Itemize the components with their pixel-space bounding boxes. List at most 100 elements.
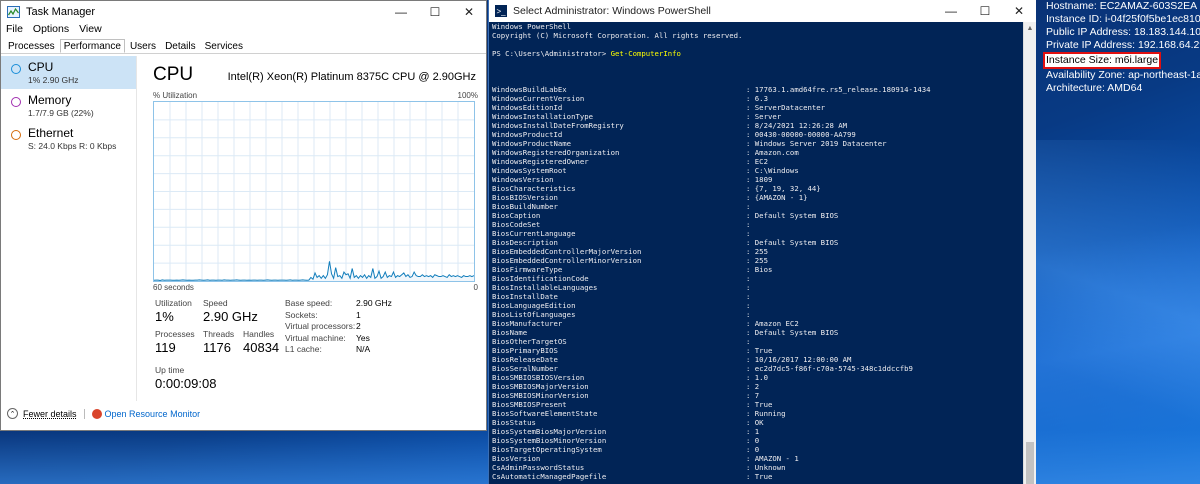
info-row: CsAdminPasswordStatus: Unknown [492, 463, 1022, 472]
close-button[interactable]: ✕ [1002, 0, 1036, 22]
info-key: BiosBIOSVersion [492, 193, 558, 202]
desktop-instance-info: Hostname: EC2AMAZ-603S2EA Instance ID: i… [1043, 0, 1200, 95]
speed-label: Speed [203, 298, 228, 308]
info-key: WindowsInstallDateFromRegistry [492, 121, 624, 130]
fewer-details-link[interactable]: Fewer details [23, 409, 77, 419]
info-row: BiosSeralNumber: ec2d7dc5-f86f-c70a-5745… [492, 364, 1022, 373]
scroll-up-icon[interactable]: ▲ [1024, 22, 1036, 35]
info-key: BiosIdentificationCode [492, 274, 589, 283]
sidebar-item-label: Memory [28, 93, 72, 107]
console-scrollbar[interactable]: ▲ [1023, 22, 1036, 484]
info-value: : True [746, 346, 773, 355]
resource-monitor-icon [91, 408, 102, 419]
info-row: WindowsRegisteredOrganization: Amazon.co… [492, 148, 1022, 157]
info-value: : [746, 283, 751, 292]
sidebar-item-memory[interactable]: Memory 1.7/7.9 GB (22%) [1, 89, 136, 122]
window-title: Select Administrator: Windows PowerShell [513, 5, 711, 17]
utilization-value: 1% [155, 309, 174, 324]
graph-axis-label: % Utilization [153, 91, 198, 100]
info-row: BiosSystemBiosMajorVersion: 1 [492, 427, 1022, 436]
info-value: : Server [746, 112, 782, 121]
info-row: BiosSystemBiosMinorVersion: 0 [492, 436, 1022, 445]
info-value: : 6.3 [746, 94, 768, 103]
chevron-up-icon[interactable]: ⌃ [7, 408, 18, 419]
uptime-label: Up time [155, 365, 185, 375]
info-key: BiosBuildNumber [492, 202, 558, 211]
info-value: : C:\Windows [746, 166, 799, 175]
info-row: BiosListOfLanguages: [492, 310, 1022, 319]
console-output[interactable]: Windows PowerShell Copyright (C) Microso… [492, 22, 1022, 484]
info-key: WindowsVersion [492, 175, 554, 184]
info-key: BiosLanguageEdition [492, 301, 576, 310]
info-row: BiosEmbeddedControllerMajorVersion: 255 [492, 247, 1022, 256]
info-key: BiosCurrentLanguage [492, 229, 576, 238]
menu-file[interactable]: File [6, 23, 23, 39]
info-key: BiosCaption [492, 211, 541, 220]
info-row: WindowsProductName: Windows Server 2019 … [492, 139, 1022, 148]
info-row: CsAutomaticManagedPagefile: True [492, 472, 1022, 481]
menu-bar: File Options View [1, 23, 486, 39]
menu-view[interactable]: View [79, 23, 102, 39]
instance-size-highlight: Instance Size: m6i.large [1043, 52, 1162, 69]
handles-label: Handles [243, 329, 275, 339]
info-row: BiosCaption : Default System BIOS [492, 211, 1022, 220]
info-key: WindowsBuildLabEx [492, 85, 567, 94]
info-value: : 1.0 [746, 373, 768, 382]
open-resource-monitor-link[interactable]: Open Resource Monitor [105, 409, 201, 419]
cpu-utilization-graph [153, 101, 475, 282]
cpu-model: Intel(R) Xeon(R) Platinum 8375C CPU @ 2.… [227, 71, 476, 83]
uptime-value: 0:00:09:08 [155, 376, 217, 391]
maximize-button[interactable]: ☐ [968, 0, 1002, 22]
sidebar-item-subtext: 1% 2.90 GHz [28, 75, 79, 85]
menu-options[interactable]: Options [33, 23, 69, 39]
info-key: WindowsSystemRoot [492, 166, 567, 175]
scrollbar-thumb[interactable] [1026, 442, 1034, 484]
info-value: : 7 [746, 391, 760, 400]
prop-key: L1 cache: [285, 344, 322, 354]
info-value: : Default System BIOS [746, 211, 839, 220]
tab-details[interactable]: Details [161, 39, 200, 53]
minimize-button[interactable]: — [384, 1, 418, 23]
threads-label: Threads [203, 329, 235, 339]
info-row: WindowsBuildLabEx : 17763.1.amd64fre.rs5_… [492, 85, 1022, 94]
info-key: BiosSMBIOSBIOSVersion [492, 373, 585, 382]
info-row: BiosInstallableLanguages: [492, 283, 1022, 292]
info-row: BiosPrimaryBIOS: True [492, 346, 1022, 355]
info-row: BiosBuildNumber: [492, 202, 1022, 211]
sidebar-item-cpu[interactable]: CPU 1% 2.90 GHz [1, 56, 136, 89]
info-key: BiosStatus [492, 418, 536, 427]
tab-services[interactable]: Services [201, 39, 247, 53]
info-row: BiosBIOSVersion : {AMAZON - 1} [492, 193, 1022, 202]
info-key: BiosVersion [492, 454, 541, 463]
info-value: : ec2d7dc5-f86f-c70a-5745-348c1ddccfb9 [746, 364, 913, 373]
info-value: : Running [746, 409, 786, 418]
tab-processes[interactable]: Processes [4, 39, 59, 53]
instance-id-text: Instance ID: i-04f25f0f5be1ec810 [1046, 13, 1200, 25]
close-button[interactable]: ✕ [452, 1, 486, 23]
powershell-titlebar[interactable]: >_ Select Administrator: Windows PowerSh… [489, 0, 1036, 22]
info-value: : 10/16/2017 12:00:00 AM [746, 355, 852, 364]
info-row: WindowsInstallationType: Server [492, 112, 1022, 121]
sidebar-item-ethernet[interactable]: Ethernet S: 24.0 Kbps R: 0 Kbps [1, 122, 136, 155]
info-key: BiosCharacteristics [492, 184, 576, 193]
info-value: : [746, 337, 751, 346]
info-value: : 17763.1.amd64fre.rs5_release.180914-14… [746, 85, 931, 94]
info-value: : {AMAZON - 1} [746, 193, 808, 202]
task-manager-titlebar[interactable]: Task Manager — ☐ ✕ [1, 1, 486, 23]
tab-performance[interactable]: Performance [59, 39, 125, 53]
info-value: : 2 [746, 382, 760, 391]
sidebar-item-subtext: S: 24.0 Kbps R: 0 Kbps [28, 141, 117, 151]
prop-key: Base speed: [285, 298, 333, 308]
minimize-button[interactable]: — [934, 0, 968, 22]
cpu-properties: Base speed: 2.90 GHz Sockets: 1 Virtual pr… [285, 298, 392, 356]
info-key: WindowsCurrentVersion [492, 94, 585, 103]
maximize-button[interactable]: ☐ [418, 1, 452, 23]
info-key: BiosFirmwareType [492, 265, 563, 274]
prop-value: 1 [356, 309, 361, 320]
console-line: Copyright (C) Microsoft Corporation. All… [492, 31, 743, 40]
info-value: : 00430-00000-00000-AA799 [746, 130, 856, 139]
tab-users[interactable]: Users [126, 39, 160, 53]
info-row: WindowsSystemRoot : C:\Windows [492, 166, 1022, 175]
architecture-text: Architecture: AMD64 [1046, 82, 1143, 94]
